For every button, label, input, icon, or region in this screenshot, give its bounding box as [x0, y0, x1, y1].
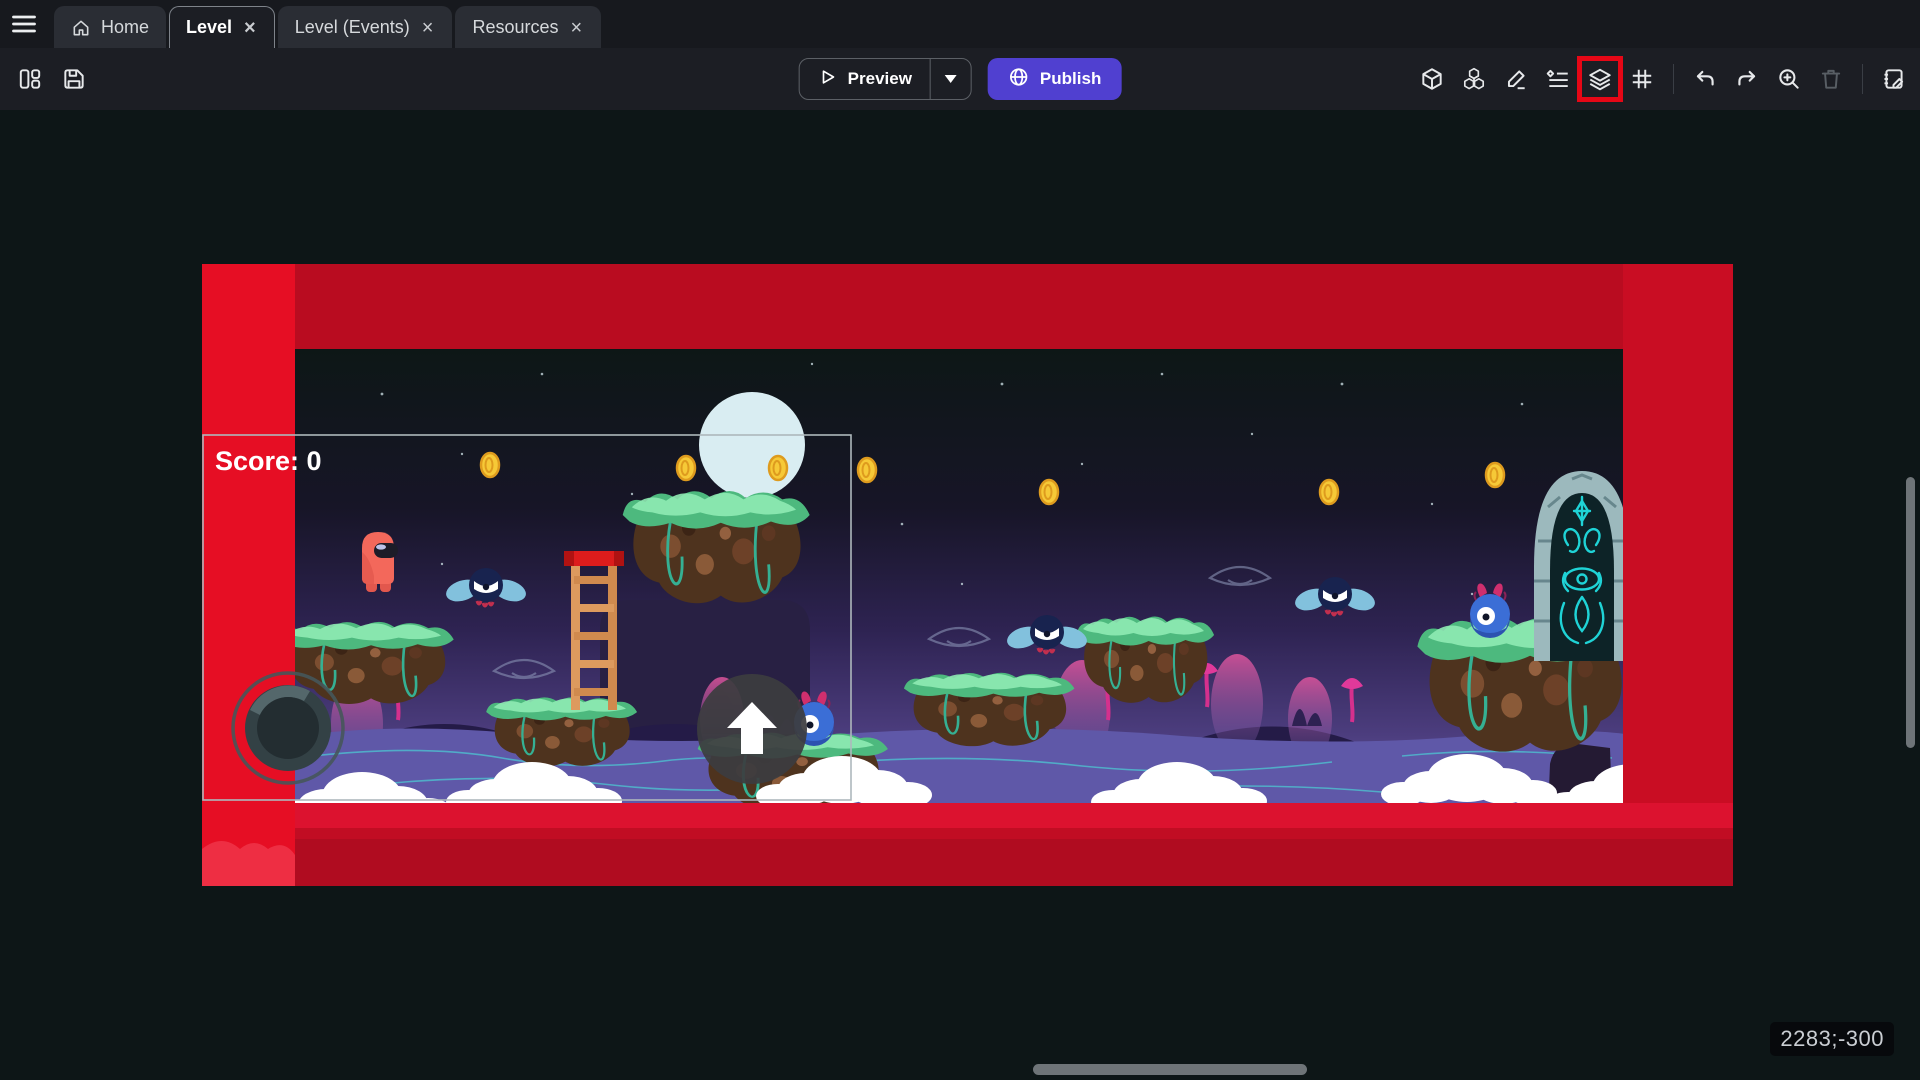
publish-label: Publish	[1040, 69, 1101, 89]
vertical-scrollbar[interactable]	[1906, 477, 1915, 748]
coin[interactable]	[858, 458, 876, 482]
scene-properties-icon[interactable]	[1874, 59, 1914, 99]
preview-dropdown-button[interactable]	[931, 59, 971, 99]
coin[interactable]	[1040, 480, 1058, 504]
toolbar: Preview Publish	[0, 48, 1920, 110]
tab-label: Home	[101, 17, 149, 38]
undo-icon[interactable]	[1685, 59, 1725, 99]
tab-level-events[interactable]: Level (Events) ×	[278, 6, 453, 48]
scene-editor-canvas[interactable]: Score: 0 2283;-300	[0, 110, 1920, 1080]
tab-home[interactable]: Home	[54, 6, 166, 48]
project-manager-icon[interactable]	[10, 59, 50, 99]
coin[interactable]	[1320, 480, 1338, 504]
objects-panel-icon[interactable]	[1412, 59, 1452, 99]
delete-icon	[1811, 59, 1851, 99]
cursor-coordinates-badge: 2283;-300	[1770, 1022, 1894, 1056]
tab-label: Level	[186, 17, 232, 38]
coin[interactable]	[481, 453, 499, 477]
toolbar-divider	[1673, 64, 1674, 94]
home-icon	[71, 18, 91, 38]
close-icon[interactable]: ×	[420, 18, 436, 38]
preview-label: Preview	[848, 69, 912, 89]
close-icon[interactable]: ×	[569, 18, 585, 38]
tab-label: Resources	[472, 17, 558, 38]
coin[interactable]	[769, 456, 787, 480]
zoom-in-icon[interactable]	[1769, 59, 1809, 99]
close-icon[interactable]: ×	[242, 18, 258, 38]
coin[interactable]	[1486, 463, 1504, 487]
jump-button[interactable]	[697, 674, 807, 784]
tab-label: Level (Events)	[295, 17, 410, 38]
joystick-control[interactable]	[233, 673, 343, 783]
toolbar-divider	[1862, 64, 1863, 94]
tab-level[interactable]: Level ×	[169, 6, 275, 48]
menu-icon[interactable]	[0, 0, 48, 48]
play-icon	[818, 67, 838, 92]
level-scene[interactable]: Score: 0	[202, 264, 1733, 886]
object-groups-icon[interactable]	[1454, 59, 1494, 99]
tab-resources[interactable]: Resources ×	[455, 6, 601, 48]
redo-icon[interactable]	[1727, 59, 1767, 99]
preview-button[interactable]: Preview	[799, 58, 972, 100]
save-icon[interactable]	[54, 59, 94, 99]
moon[interactable]	[699, 392, 805, 498]
tabs: Home Level × Level (Events) × Resources …	[54, 0, 604, 48]
instances-list-icon[interactable]	[1538, 59, 1578, 99]
horizontal-scrollbar[interactable]	[1033, 1064, 1307, 1075]
edit-icon[interactable]	[1496, 59, 1536, 99]
grid-icon[interactable]	[1622, 59, 1662, 99]
coin[interactable]	[677, 456, 695, 480]
publish-button[interactable]: Publish	[988, 58, 1121, 100]
tab-bar: Home Level × Level (Events) × Resources …	[0, 0, 1920, 48]
portal-door[interactable]	[1534, 471, 1630, 661]
layers-icon[interactable]	[1580, 59, 1620, 99]
globe-icon	[1008, 66, 1030, 93]
score-text[interactable]: Score: 0	[215, 446, 322, 476]
